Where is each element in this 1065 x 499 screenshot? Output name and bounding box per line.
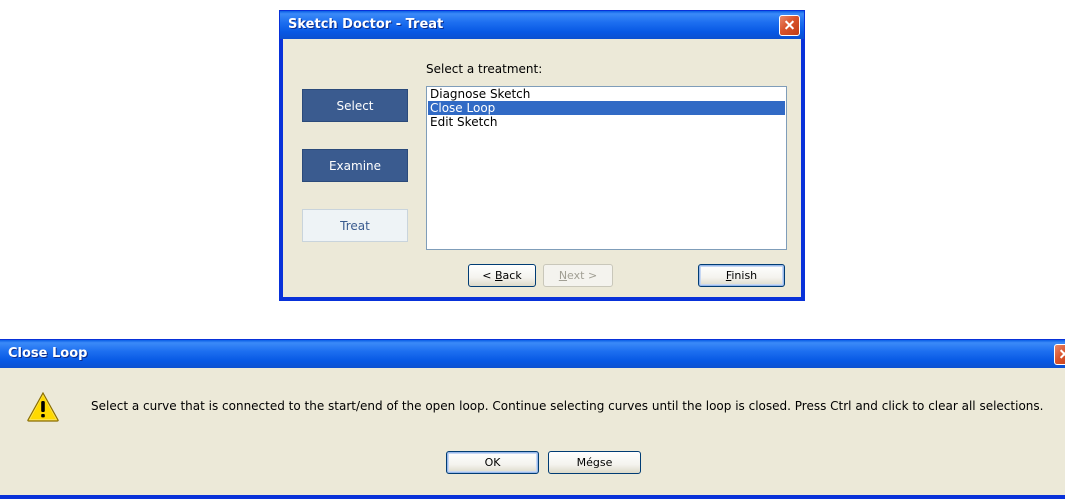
back-mnemonic: B — [495, 269, 503, 282]
ok-button[interactable]: OK — [446, 451, 539, 474]
sketch-doctor-title: Sketch Doctor - Treat — [288, 17, 444, 32]
close-icon[interactable] — [779, 15, 800, 36]
back-prefix: < — [482, 269, 495, 282]
next-label-rest: ext > — [567, 269, 598, 282]
treatment-item-diagnose[interactable]: Diagnose Sketch — [428, 87, 785, 101]
sketch-doctor-client: Select Examine Treat Select a treatment:… — [283, 39, 801, 297]
close-loop-message: Select a curve that is connected to the … — [91, 399, 1044, 413]
close-loop-title: Close Loop — [8, 346, 88, 361]
back-button[interactable]: < Back — [468, 264, 536, 287]
back-label-rest: ack — [502, 269, 522, 282]
close-icon[interactable] — [1054, 344, 1065, 365]
sketch-doctor-window: Sketch Doctor - Treat Select Examine Tre… — [279, 10, 805, 301]
step-treat-button[interactable]: Treat — [302, 209, 408, 242]
step-examine-button[interactable]: Examine — [302, 149, 408, 182]
warning-icon — [27, 392, 59, 422]
finish-button[interactable]: Finish — [698, 264, 785, 287]
sketch-doctor-titlebar[interactable]: Sketch Doctor - Treat — [280, 11, 804, 39]
step-select-button[interactable]: Select — [302, 89, 408, 122]
close-loop-titlebar[interactable]: Close Loop — [0, 340, 1065, 368]
cancel-button[interactable]: Mégse — [548, 451, 641, 474]
treatment-list[interactable]: Diagnose Sketch Close Loop Edit Sketch — [426, 86, 787, 250]
treatment-item-close-loop[interactable]: Close Loop — [428, 101, 785, 115]
finish-label-rest: inish — [731, 269, 758, 282]
next-button: Next > — [543, 264, 613, 287]
treatment-prompt: Select a treatment: — [426, 62, 543, 76]
close-loop-client: Select a curve that is connected to the … — [0, 368, 1065, 495]
close-loop-window: Close Loop Select a curve that is connec… — [0, 339, 1065, 499]
treatment-item-edit[interactable]: Edit Sketch — [428, 115, 785, 129]
next-mnemonic: N — [558, 269, 568, 282]
